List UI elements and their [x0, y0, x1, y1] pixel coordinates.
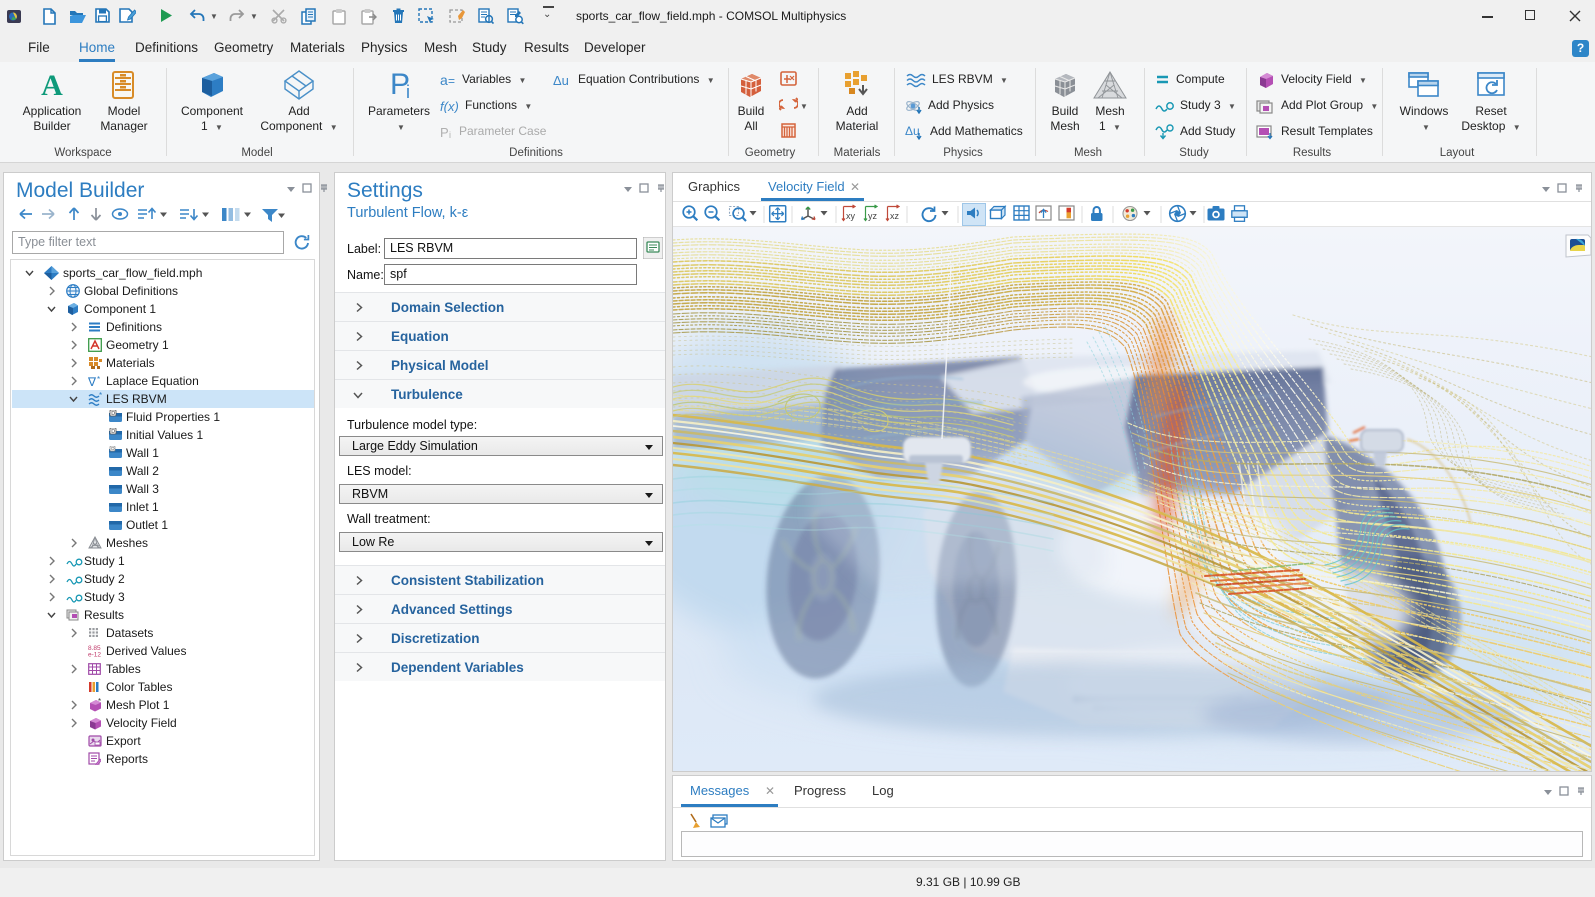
svg-text:Δu: Δu	[553, 73, 569, 87]
svg-text:xy: xy	[846, 211, 856, 221]
svg-text:D: D	[111, 411, 115, 417]
svg-text:*: *	[97, 375, 100, 384]
svg-text:e-12: e-12	[88, 652, 101, 658]
svg-text:*: *	[98, 698, 101, 706]
svg-text:a: a	[440, 73, 448, 87]
svg-text:i: i	[449, 130, 451, 139]
svg-text:*: *	[99, 392, 102, 400]
svg-text:f(x): f(x)	[440, 99, 459, 113]
svg-text:=: =	[448, 74, 455, 87]
svg-text:A: A	[41, 70, 63, 100]
svg-text:∇: ∇	[88, 375, 97, 388]
svg-text:yz: yz	[868, 211, 878, 221]
svg-text:i: i	[406, 82, 410, 102]
svg-text:xz: xz	[890, 211, 900, 221]
svg-text:D: D	[111, 429, 115, 435]
svg-text:P: P	[440, 125, 449, 139]
